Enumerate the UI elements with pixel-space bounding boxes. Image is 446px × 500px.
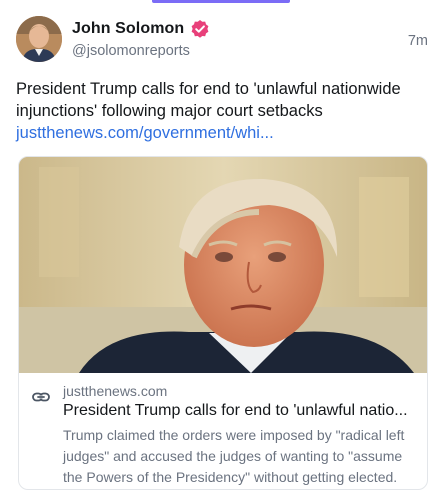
avatar[interactable]: [16, 16, 62, 62]
verified-badge-icon: [190, 19, 210, 39]
link-icon: [31, 387, 51, 407]
post[interactable]: John Solomon @jsolomonreports 7m Preside…: [0, 0, 446, 500]
link-preview-domain: justthenews.com: [63, 383, 168, 399]
link-preview-image[interactable]: [19, 157, 427, 373]
post-text: President Trump calls for end to 'unlawf…: [16, 80, 401, 120]
link-preview-card[interactable]: justthenews.com President Trump calls fo…: [18, 156, 428, 490]
post-link[interactable]: justthenews.com/government/whi...: [16, 122, 274, 144]
link-preview-meta: justthenews.com President Trump calls fo…: [19, 373, 427, 489]
author-handle[interactable]: @jsolomonreports: [72, 43, 210, 59]
post-timestamp[interactable]: 7m: [408, 33, 428, 49]
link-preview-title[interactable]: President Trump calls for end to 'unlawf…: [63, 402, 419, 420]
link-preview-description: Trump claimed the orders were imposed by…: [63, 427, 405, 485]
author-block: John Solomon @jsolomonreports: [72, 16, 210, 59]
author-name[interactable]: John Solomon: [72, 20, 184, 38]
post-header: John Solomon @jsolomonreports 7m: [16, 16, 432, 64]
